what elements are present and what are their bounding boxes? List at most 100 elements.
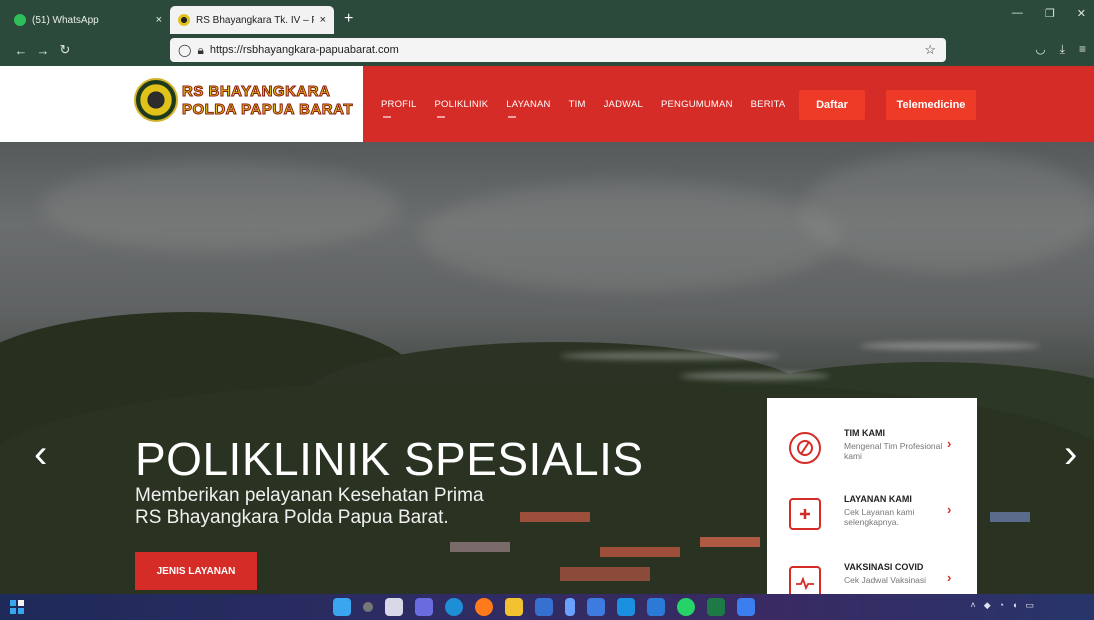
logo-line-2: POLDA PAPUA BARAT [182,100,354,118]
quick-link-desc: Cek Jadwal Vaksinasi [844,575,927,585]
taskbar-apps [333,598,755,616]
url-text: https://rsbhayangkara-papuabarat.com [209,44,399,56]
menu-label: LAYANAN [506,98,551,110]
close-icon[interactable]: × [156,14,162,26]
app-icon[interactable] [565,598,575,616]
hero-title: POLIKLINIK SPESIALIS [135,433,644,485]
photos-icon[interactable] [647,598,665,616]
menu-label: PENGUMUMAN [660,98,733,110]
menu-item-profil[interactable]: PROFIL [381,98,417,118]
quick-link-title: LAYANAN KAMI [844,494,912,504]
excel-icon[interactable] [707,598,725,616]
bookmark-star-icon[interactable]: ☆ [924,42,936,58]
menu-item-berita[interactable]: BERITA [751,99,786,110]
site-header: RS BHAYANGKARA POLDA PAPUA BARAT PROFIL … [0,66,1094,142]
chevron-up-icon[interactable]: ˄ [970,600,975,611]
restore-icon[interactable]: ❐ [1045,7,1055,20]
menu-underline [383,115,391,118]
minimize-icon[interactable]: — [1012,7,1023,20]
quick-link-desc: Cek Layanan kami selengkapnya. [844,507,915,527]
store-icon[interactable] [535,598,553,616]
hero-subtitle-line-2: RS Bhayangkara Polda Papua Barat. [135,507,449,528]
logo-text: RS BHAYANGKARA POLDA PAPUA BARAT [182,82,354,118]
police-emblem-icon [134,78,178,122]
menu-label: BERITA [750,98,786,110]
menu-underline [436,115,445,118]
menu-item-jadwal[interactable]: JADWAL [604,99,643,110]
slider-prev-arrow[interactable]: ‹ [34,432,47,477]
main-menu: PROFIL POLIKLINIK LAYANAN TIM JADWAL PEN… [363,66,1094,142]
menu-item-poliklinik[interactable]: POLIKLINIK [434,98,489,118]
windows-start-icon[interactable] [333,598,351,616]
address-bar[interactable]: ◯ 🔒︎ https://rsbhayangkara-papuabarat.co… [170,38,946,62]
new-tab-button[interactable]: + [344,10,353,28]
jenis-layanan-button[interactable]: JENIS LAYANAN [135,552,257,590]
download-icon[interactable]: ⤓ [1060,42,1065,57]
hero-subtitle: Memberikan pelayanan Kesehatan Prima RS … [135,485,484,529]
site-logo[interactable]: RS BHAYANGKARA POLDA PAPUA BARAT [134,78,353,122]
search-icon[interactable] [363,602,373,612]
menu-label: POLIKLINIK [434,98,489,110]
forward-icon[interactable]: → [32,43,54,58]
quick-link-tim-kami[interactable]: TIM KAMI Mengenal Tim Profesional kami › [767,422,977,482]
hero-slider: ‹ › POLIKLINIK SPESIALIS Memberikan pela… [0,142,1094,594]
site-favicon-icon [178,14,190,26]
menu-icon[interactable]: ≡ [1079,42,1086,57]
task-view-icon[interactable] [385,598,403,616]
file-explorer-icon[interactable] [505,598,523,616]
menu-item-layanan[interactable]: LAYANAN [506,98,551,118]
quick-link-desc: Mengenal Tim Profesional kami [844,441,943,461]
quick-link-vaksinasi-covid[interactable]: VAKSINASI COVID Cek Jadwal Vaksinasi › [767,556,977,594]
team-icon [789,432,821,464]
slider-next-arrow[interactable]: › [1064,432,1077,477]
os-taskbar: ˄ ◆ ◔ ◖ ▭ [0,594,1094,620]
tab-title: (51) WhatsApp [32,14,99,26]
close-window-icon[interactable]: ✕ [1077,7,1086,20]
browser-toolbar-icons: ◡ ⤓ ≡ [1035,42,1086,57]
whatsapp-icon [14,14,26,26]
firefox-icon[interactable] [475,598,493,616]
volume-icon[interactable]: ◖ [1012,600,1017,611]
battery-icon[interactable]: ▭ [1025,600,1034,611]
menu-item-pengumuman[interactable]: PENGUMUMAN [661,99,733,110]
todo-icon[interactable] [737,598,755,616]
tab-whatsapp[interactable]: (51) WhatsApp × [6,6,170,34]
chevron-right-icon: › [947,570,952,585]
reload-icon[interactable]: ↻ [54,42,76,58]
quick-link-title: VAKSINASI COVID [844,562,924,572]
network-icon[interactable]: ◆ [984,600,991,611]
quick-link-layanan-kami[interactable]: LAYANAN KAMI Cek Layanan kami selengkapn… [767,488,977,548]
daftar-button[interactable]: Daftar [799,90,865,120]
menu-item-tim[interactable]: TIM [569,99,586,110]
tab-title: RS Bhayangkara Tk. IV – Polda P [196,14,314,26]
browser-tab-bar: (51) WhatsApp × RS Bhayangkara Tk. IV – … [0,0,1094,34]
browser-nav-bar: ← → ↻ ◯ 🔒︎ https://rsbhayangkara-papuaba… [0,34,1094,66]
teams-chat-icon[interactable] [415,598,433,616]
logo-line-1: RS BHAYANGKARA [182,82,331,100]
close-icon[interactable]: × [320,14,326,26]
dropbox-icon[interactable] [587,598,605,616]
pocket-icon[interactable]: ◡ [1035,42,1045,57]
quick-link-title: TIM KAMI [844,428,885,438]
quick-links-card: TIM KAMI Mengenal Tim Profesional kami ›… [767,398,977,594]
menu-label: JADWAL [603,98,643,110]
wifi-icon[interactable]: ◔ [999,600,1004,611]
edge-icon[interactable] [445,598,463,616]
menu-underline [508,115,517,118]
shield-icon: ◯ [178,43,192,57]
lock-icon: 🔒︎ [197,42,204,57]
hero-subtitle-line-1: Memberikan pelayanan Kesehatan Prima [135,485,484,506]
whatsapp-icon[interactable] [677,598,695,616]
chevron-right-icon: › [947,502,952,517]
mail-icon[interactable] [617,598,635,616]
widgets-icon[interactable] [10,600,24,614]
menu-label: PROFIL [381,98,417,110]
tab-rs-bhayangkara[interactable]: RS Bhayangkara Tk. IV – Polda P × [170,6,334,34]
system-tray: ˄ ◆ ◔ ◖ ▭ [970,600,1034,611]
window-controls: — ❐ ✕ [1012,7,1086,20]
vaccine-calendar-icon [789,566,821,594]
chevron-right-icon: › [947,436,952,451]
menu-label: TIM [568,98,586,110]
telemedicine-button[interactable]: Telemedicine [886,90,976,120]
back-icon[interactable]: ← [10,43,32,58]
